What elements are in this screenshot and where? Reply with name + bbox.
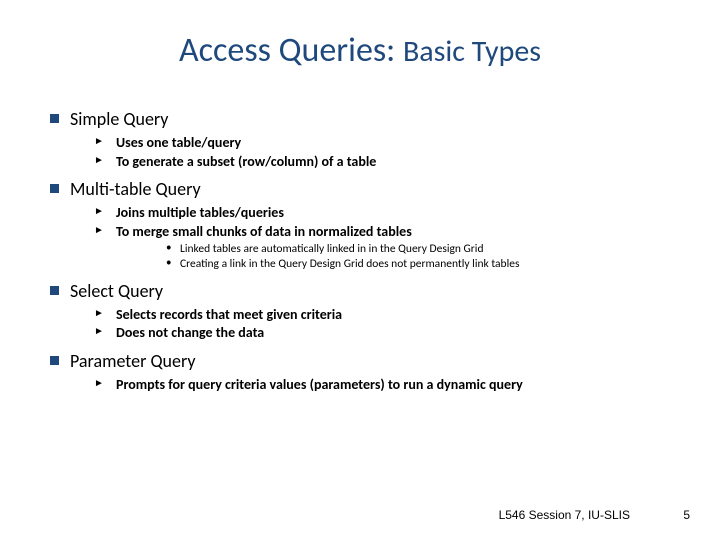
bullet-point: Prompts for query criteria values (param…	[70, 376, 680, 394]
bullet-point: Selects records that meet given criteria	[70, 306, 680, 324]
slide-title: Access Queries: Basic Types	[0, 30, 720, 71]
section-select-query: Select Query Selects records that meet g…	[48, 280, 680, 342]
title-main: Access Queries:	[179, 30, 395, 71]
section-heading: Simple Query	[70, 108, 168, 130]
section-multi-table-query: Multi-table Query Joins multiple tables/…	[48, 178, 680, 272]
bullet-point: Does not change the data	[70, 324, 680, 342]
section-parameter-query: Parameter Query Prompts for query criter…	[48, 350, 680, 394]
bullet-point: Joins multiple tables/queries	[70, 204, 680, 222]
sub-bullet: Creating a link in the Query Design Grid…	[116, 257, 680, 272]
section-points: Selects records that meet given criteria…	[70, 306, 680, 342]
outline-list: Simple Query Uses one table/query To gen…	[48, 108, 680, 393]
bullet-point: Uses one table/query	[70, 134, 680, 152]
section-heading: Select Query	[70, 280, 163, 302]
title-sub: Basic Types	[403, 33, 541, 70]
slide-body: Simple Query Uses one table/query To gen…	[48, 108, 680, 401]
section-heading: Multi-table Query	[70, 178, 201, 200]
sub-bullet: Linked tables are automatically linked i…	[116, 242, 680, 257]
sub-points: Linked tables are automatically linked i…	[116, 242, 680, 272]
section-points: Uses one table/query To generate a subse…	[70, 134, 680, 170]
slide-number: 5	[683, 508, 690, 522]
section-points: Joins multiple tables/queries To merge s…	[70, 204, 680, 272]
slide: Access Queries: Basic Types Simple Query…	[0, 0, 720, 540]
section-simple-query: Simple Query Uses one table/query To gen…	[48, 108, 680, 170]
bullet-text: To merge small chunks of data in normali…	[116, 223, 412, 240]
section-points: Prompts for query criteria values (param…	[70, 376, 680, 394]
section-heading: Parameter Query	[70, 350, 195, 372]
bullet-point: To generate a subset (row/column) of a t…	[70, 153, 680, 171]
footer-text: L546 Session 7, IU-SLIS	[499, 508, 630, 522]
bullet-point: To merge small chunks of data in normali…	[70, 223, 680, 272]
